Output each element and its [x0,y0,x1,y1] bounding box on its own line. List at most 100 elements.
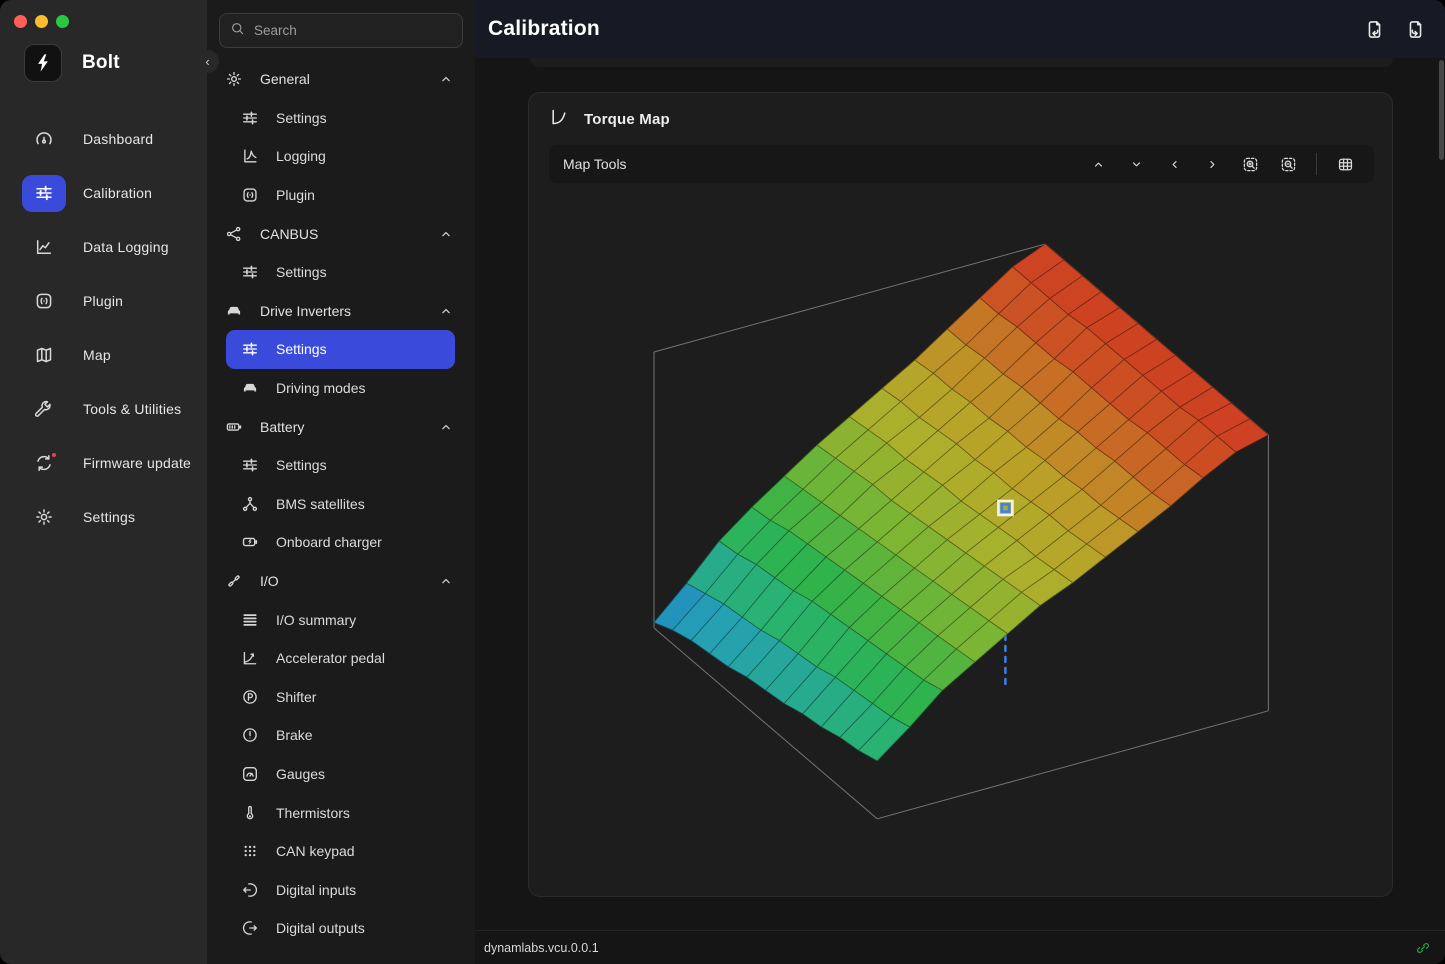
sidebar-item-label: Tools & Utilities [83,401,181,417]
chevron-down-button[interactable] [1121,150,1151,178]
sidebar-item-firmware-update[interactable]: Firmware update [0,436,207,490]
tree-item-drive-inverters-settings[interactable]: Settings [226,330,455,369]
tree-item-i-o-thermistors[interactable]: Thermistors [207,793,475,832]
arrow-out-icon [241,919,259,937]
chevron-up-icon[interactable] [439,227,453,241]
tree-item-label: Settings [276,110,327,126]
search-box [219,13,463,48]
close-window-button[interactable] [14,15,27,28]
plugin-icon [22,283,66,320]
chevron-up-button[interactable] [1083,150,1113,178]
tree-section-label: CANBUS [260,226,318,242]
page-content: Torque Map Map Tools [475,58,1445,930]
logging-icon [241,147,259,165]
tree-item-i-o-brake[interactable]: Brake [207,716,475,755]
tree-section-label: I/O [260,573,279,589]
sidebar-item-label: Calibration [83,185,152,201]
sidebar-item-label: Plugin [83,293,123,309]
card-title: Torque Map [584,111,670,128]
torque-map-card-header: Torque Map [529,93,1392,133]
tree-item-general-logging[interactable]: Logging [207,137,475,176]
tree-item-i-o-digital-outputs[interactable]: Digital outputs [207,909,475,948]
torque-map-surface-plot[interactable] [529,191,1394,898]
sidebar-item-tools-utilities[interactable]: Tools & Utilities [0,382,207,436]
tree-item-i-o-accelerator-pedal[interactable]: Accelerator pedal [207,639,475,678]
tree-item-i-o-i-o-summary[interactable]: I/O summary [207,600,475,639]
primary-nav: Dashboard Calibration Data Logging Plugin Ma… [0,112,207,544]
sliders-icon [241,263,259,281]
refresh-icon [22,445,66,482]
gear-icon [225,70,243,88]
torque-map-card: Torque Map Map Tools [528,92,1393,897]
battery-icon [225,418,243,436]
tree-section-drive-inverters[interactable]: Drive Inverters [207,292,475,331]
file-import-button[interactable] [1362,17,1386,41]
chevron-up-icon[interactable] [439,304,453,318]
cable-icon [225,572,243,590]
link-icon [1415,940,1431,956]
sidebar-item-label: Dashboard [83,131,153,147]
rows-icon [241,611,259,629]
firmware-version-label: dynamlabs.vcu.0.0.1 [484,941,599,955]
sidebar-item-settings[interactable]: Settings [0,490,207,544]
tree-section-i-o[interactable]: I/O [207,562,475,601]
tree-item-label: Thermistors [276,805,350,821]
sidebar-item-label: Firmware update [83,455,191,471]
app-window: Bolt DashboardCalibrationData LoggingPlu… [0,0,1445,964]
tree-item-general-settings[interactable]: Settings [207,99,475,138]
chevron-up-icon[interactable] [439,420,453,434]
tree-item-i-o-shifter[interactable]: Shifter [207,678,475,717]
sidebar-item-plugin[interactable]: Plugin [0,274,207,328]
chevron-right-button[interactable] [1197,150,1227,178]
tree-item-label: Shifter [276,689,316,705]
sliders-icon [241,109,259,127]
collapse-sidebar-button[interactable]: ‹ [196,50,219,73]
sidebar-item-label: Map [83,347,111,363]
map-tools-buttons [1083,150,1360,178]
tree-item-label: Gauges [276,766,325,782]
tree-item-i-o-gauges[interactable]: Gauges [207,755,475,794]
tree-item-i-o-digital-inputs[interactable]: Digital inputs [207,870,475,909]
sliders-icon [241,456,259,474]
zoom-window-button[interactable] [56,15,69,28]
tree-item-i-o-can-keypad[interactable]: CAN keypad [207,832,475,871]
surface-svg[interactable] [529,191,1394,898]
tree-item-drive-inverters-driving-modes[interactable]: Driving modes [207,369,475,408]
tree-item-battery-settings[interactable]: Settings [207,446,475,485]
chevron-left-button[interactable] [1159,150,1189,178]
sidebar-item-data-logging[interactable]: Data Logging [0,220,207,274]
p-circle-icon [241,688,259,706]
zoom-in-button[interactable] [1235,150,1265,178]
sidebar-item-dashboard[interactable]: Dashboard [0,112,207,166]
scrollbar-thumb[interactable] [1439,60,1444,160]
search-input[interactable] [254,23,452,38]
tree-item-label: Logging [276,148,326,164]
minimize-window-button[interactable] [35,15,48,28]
map-icon [22,337,66,374]
sidebar-item-calibration[interactable]: Calibration [0,166,207,220]
sidebar-item-map[interactable]: Map [0,328,207,382]
tree-item-label: CAN keypad [276,843,355,859]
dashboard-icon [22,121,66,158]
file-export-button[interactable] [1403,17,1427,41]
tree-item-label: Onboard charger [276,534,382,550]
tree-item-canbus-settings[interactable]: Settings [207,253,475,292]
sidebar-item-label: Data Logging [83,239,169,255]
tree-item-battery-bms-satellites[interactable]: BMS satellites [207,485,475,524]
chevron-up-icon[interactable] [439,72,453,86]
tree-item-battery-onboard-charger[interactable]: Onboard charger [207,523,475,562]
tree-item-label: I/O summary [276,612,356,628]
chevron-up-icon[interactable] [439,574,453,588]
tree-section-general[interactable]: General [207,60,475,99]
tree-section-label: Drive Inverters [260,303,351,319]
tree-item-label: Driving modes [276,380,365,396]
tree-item-label: Brake [276,727,313,743]
zoom-out-button[interactable] [1273,150,1303,178]
tree-section-battery[interactable]: Battery [207,407,475,446]
tree-item-general-plugin[interactable]: Plugin [207,176,475,215]
tree-section-canbus[interactable]: CANBUS [207,214,475,253]
previous-card-edge [530,58,1393,67]
header-actions [1362,17,1427,41]
table-button[interactable] [1330,150,1360,178]
car-icon [225,302,243,320]
